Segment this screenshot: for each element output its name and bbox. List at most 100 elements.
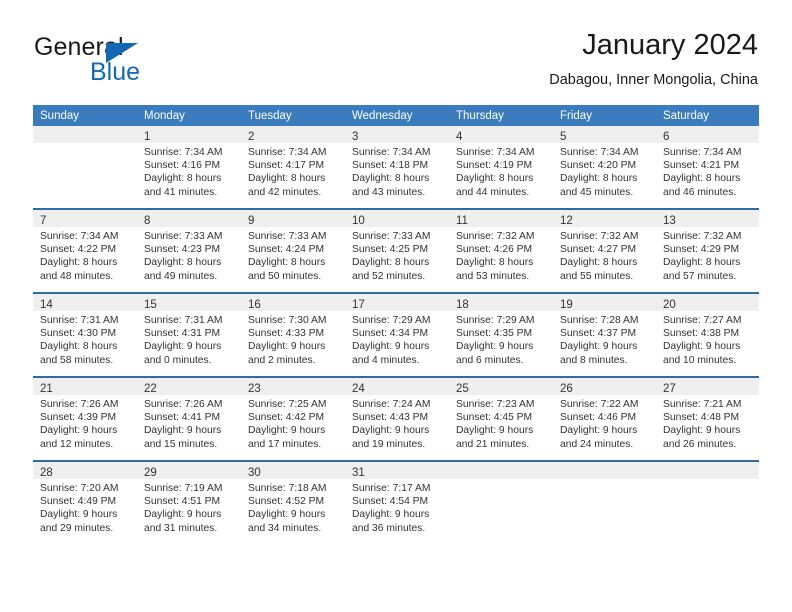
day-number-band: 16 xyxy=(241,294,345,311)
calendar-day-cell[interactable]: 9 Sunrise: 7:33 AM Sunset: 4:24 PM Daylight… xyxy=(241,208,345,293)
calendar-weeks-body: 1 Sunrise: 7:34 AM Sunset: 4:16 PM Daylight… xyxy=(33,126,759,544)
calendar-day-cell[interactable]: 17 Sunrise: 7:29 AM Sunset: 4:34 PM Dayligh… xyxy=(345,292,449,377)
calendar-day-cell[interactable]: 25 Sunrise: 7:23 AM Sunset: 4:45 PM Dayligh… xyxy=(449,376,553,461)
calendar-day-cell[interactable]: 30 Sunrise: 7:18 AM Sunset: 4:52 PM Dayligh… xyxy=(241,460,345,544)
calendar-day-cell[interactable]: 11 Sunrise: 7:32 AM Sunset: 4:26 PM Dayligh… xyxy=(449,208,553,293)
day-detail-line: and 19 minutes. xyxy=(352,438,426,450)
day-detail-line: Daylight: 9 hours xyxy=(352,425,430,437)
day-detail-line: and 8 minutes. xyxy=(560,354,628,366)
calendar-day-cell[interactable]: 16 Sunrise: 7:30 AM Sunset: 4:33 PM Dayligh… xyxy=(241,292,345,377)
day-number: 5 xyxy=(560,131,567,143)
weekday-header-wednesday: Wednesday xyxy=(345,105,449,126)
month-calendar-grid: Sunday Monday Tuesday Wednesday Thursday… xyxy=(33,105,759,544)
day-detail-line: Sunset: 4:48 PM xyxy=(663,412,740,424)
calendar-day-cell[interactable]: 23 Sunrise: 7:25 AM Sunset: 4:42 PM Dayligh… xyxy=(241,376,345,461)
weekday-header-friday: Friday xyxy=(553,105,656,126)
day-detail-line: Daylight: 9 hours xyxy=(560,425,638,437)
day-detail-line: Daylight: 8 hours xyxy=(40,341,118,353)
day-number: 23 xyxy=(248,383,261,395)
day-detail-line: Daylight: 8 hours xyxy=(352,173,430,185)
day-detail-lines: Sunrise: 7:31 AM Sunset: 4:30 PM Daylight:… xyxy=(33,311,137,367)
calendar-day-cell[interactable]: 7 Sunrise: 7:34 AM Sunset: 4:22 PM Daylight… xyxy=(33,208,137,293)
day-detail-line: Sunset: 4:42 PM xyxy=(248,412,325,424)
day-detail-line: Daylight: 8 hours xyxy=(560,173,638,185)
day-cell-inner: 9 Sunrise: 7:33 AM Sunset: 4:24 PM Daylight… xyxy=(241,210,345,292)
day-detail-line: Sunset: 4:37 PM xyxy=(560,328,637,340)
calendar-day-cell[interactable]: 14 Sunrise: 7:31 AM Sunset: 4:30 PM Dayligh… xyxy=(33,292,137,377)
day-detail-lines: Sunrise: 7:22 AM Sunset: 4:46 PM Daylight:… xyxy=(553,395,656,451)
day-detail-line: Sunset: 4:51 PM xyxy=(144,496,221,508)
day-number: 31 xyxy=(352,467,365,479)
day-detail-lines: Sunrise: 7:34 AM Sunset: 4:19 PM Daylight:… xyxy=(449,143,553,199)
day-detail-line: Sunrise: 7:31 AM xyxy=(144,315,223,326)
day-detail-line: and 44 minutes. xyxy=(456,186,530,198)
calendar-day-cell[interactable]: 2 Sunrise: 7:34 AM Sunset: 4:17 PM Daylight… xyxy=(241,126,345,209)
calendar-week-row: 7 Sunrise: 7:34 AM Sunset: 4:22 PM Daylight… xyxy=(33,208,759,293)
day-detail-line: and 58 minutes. xyxy=(40,354,114,366)
calendar-day-cell[interactable]: 22 Sunrise: 7:26 AM Sunset: 4:41 PM Dayligh… xyxy=(137,376,241,461)
day-detail-lines: Sunrise: 7:34 AM Sunset: 4:21 PM Daylight:… xyxy=(656,143,759,199)
day-detail-line: Daylight: 8 hours xyxy=(144,257,222,269)
calendar-day-cell[interactable]: 24 Sunrise: 7:24 AM Sunset: 4:43 PM Dayligh… xyxy=(345,376,449,461)
calendar-day-cell[interactable]: 10 Sunrise: 7:33 AM Sunset: 4:25 PM Dayligh… xyxy=(345,208,449,293)
day-number-band: 14 xyxy=(33,294,137,311)
day-detail-lines: Sunrise: 7:28 AM Sunset: 4:37 PM Daylight:… xyxy=(553,311,656,367)
page-title: January 2024 xyxy=(582,29,758,61)
day-detail-line: Sunset: 4:38 PM xyxy=(663,328,740,340)
day-detail-line: Daylight: 8 hours xyxy=(40,257,118,269)
day-detail-line: and 29 minutes. xyxy=(40,522,114,534)
day-detail-line: Daylight: 8 hours xyxy=(248,173,326,185)
day-cell-inner: 12 Sunrise: 7:32 AM Sunset: 4:27 PM Dayligh… xyxy=(553,210,656,292)
day-detail-line: and 53 minutes. xyxy=(456,270,530,282)
day-number-band xyxy=(656,462,759,479)
day-detail-line: and 12 minutes. xyxy=(40,438,114,450)
calendar-day-cell-empty xyxy=(656,460,759,544)
day-detail-line: Sunrise: 7:34 AM xyxy=(144,147,223,158)
day-detail-line: Sunrise: 7:34 AM xyxy=(560,147,639,158)
day-number: 2 xyxy=(248,131,255,143)
calendar-day-cell[interactable]: 5 Sunrise: 7:34 AM Sunset: 4:20 PM Daylight… xyxy=(553,126,656,209)
day-detail-line: Sunset: 4:24 PM xyxy=(248,244,325,256)
calendar-day-cell[interactable]: 21 Sunrise: 7:26 AM Sunset: 4:39 PM Dayligh… xyxy=(33,376,137,461)
day-cell-inner: 25 Sunrise: 7:23 AM Sunset: 4:45 PM Dayligh… xyxy=(449,378,553,460)
day-number: 29 xyxy=(144,467,157,479)
calendar-day-cell[interactable]: 15 Sunrise: 7:31 AM Sunset: 4:31 PM Dayligh… xyxy=(137,292,241,377)
day-detail-lines: Sunrise: 7:32 AM Sunset: 4:29 PM Daylight:… xyxy=(656,227,759,283)
calendar-day-cell[interactable]: 13 Sunrise: 7:32 AM Sunset: 4:29 PM Dayligh… xyxy=(656,208,759,293)
calendar-day-cell[interactable]: 26 Sunrise: 7:22 AM Sunset: 4:46 PM Dayligh… xyxy=(553,376,656,461)
day-detail-line: Sunset: 4:17 PM xyxy=(248,160,325,172)
calendar-day-cell[interactable]: 20 Sunrise: 7:27 AM Sunset: 4:38 PM Dayligh… xyxy=(656,292,759,377)
day-cell-inner: 8 Sunrise: 7:33 AM Sunset: 4:23 PM Daylight… xyxy=(137,210,241,292)
calendar-day-cell[interactable]: 12 Sunrise: 7:32 AM Sunset: 4:27 PM Dayligh… xyxy=(553,208,656,293)
calendar-day-cell[interactable]: 4 Sunrise: 7:34 AM Sunset: 4:19 PM Daylight… xyxy=(449,126,553,209)
calendar-day-cell[interactable]: 31 Sunrise: 7:17 AM Sunset: 4:54 PM Dayligh… xyxy=(345,460,449,544)
day-detail-line: Daylight: 9 hours xyxy=(352,509,430,521)
day-cell-inner: 27 Sunrise: 7:21 AM Sunset: 4:48 PM Dayligh… xyxy=(656,378,759,460)
calendar-day-cell[interactable]: 28 Sunrise: 7:20 AM Sunset: 4:49 PM Dayligh… xyxy=(33,460,137,544)
day-number: 22 xyxy=(144,383,157,395)
day-detail-line: Daylight: 8 hours xyxy=(560,257,638,269)
calendar-day-cell[interactable]: 6 Sunrise: 7:34 AM Sunset: 4:21 PM Daylight… xyxy=(656,126,759,209)
calendar-day-cell[interactable]: 8 Sunrise: 7:33 AM Sunset: 4:23 PM Daylight… xyxy=(137,208,241,293)
calendar-day-cell[interactable]: 3 Sunrise: 7:34 AM Sunset: 4:18 PM Daylight… xyxy=(345,126,449,209)
day-detail-line: and 55 minutes. xyxy=(560,270,634,282)
calendar-day-cell[interactable]: 1 Sunrise: 7:34 AM Sunset: 4:16 PM Daylight… xyxy=(137,126,241,209)
calendar-day-cell[interactable]: 18 Sunrise: 7:29 AM Sunset: 4:35 PM Dayligh… xyxy=(449,292,553,377)
day-detail-line: Daylight: 8 hours xyxy=(456,173,534,185)
day-cell-inner xyxy=(449,462,553,544)
day-detail-line: Sunset: 4:26 PM xyxy=(456,244,533,256)
calendar-day-cell[interactable]: 27 Sunrise: 7:21 AM Sunset: 4:48 PM Dayligh… xyxy=(656,376,759,461)
day-detail-line: Daylight: 8 hours xyxy=(456,257,534,269)
calendar-day-cell[interactable]: 29 Sunrise: 7:19 AM Sunset: 4:51 PM Dayligh… xyxy=(137,460,241,544)
day-cell-inner: 16 Sunrise: 7:30 AM Sunset: 4:33 PM Dayligh… xyxy=(241,294,345,376)
calendar-day-cell[interactable]: 19 Sunrise: 7:28 AM Sunset: 4:37 PM Dayligh… xyxy=(553,292,656,377)
day-detail-line: Sunrise: 7:18 AM xyxy=(248,483,327,494)
day-detail-line: Sunrise: 7:33 AM xyxy=(352,231,431,242)
day-detail-line: Sunset: 4:46 PM xyxy=(560,412,637,424)
day-number-band: 29 xyxy=(137,462,241,479)
day-detail-line: Sunset: 4:19 PM xyxy=(456,160,533,172)
day-number: 10 xyxy=(352,215,365,227)
day-detail-line: and 26 minutes. xyxy=(663,438,737,450)
day-detail-line: Sunrise: 7:34 AM xyxy=(40,231,119,242)
day-cell-inner: 18 Sunrise: 7:29 AM Sunset: 4:35 PM Dayligh… xyxy=(449,294,553,376)
